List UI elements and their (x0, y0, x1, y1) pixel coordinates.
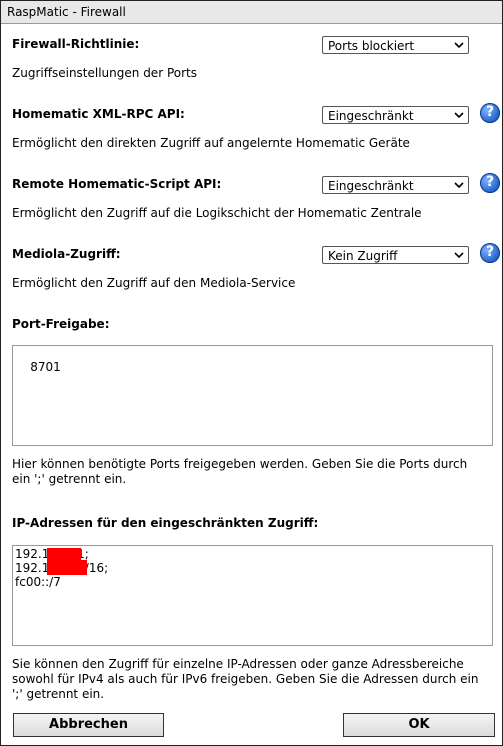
chevron-down-icon (454, 252, 464, 259)
mediola-value: Kein Zugriff (328, 249, 398, 263)
firewall-policy-description: Zugriffseinstellungen der Ports (12, 66, 197, 80)
firewall-policy-value: Ports blockiert (328, 39, 415, 53)
xmlrpc-label: Homematic XML-RPC API: (12, 107, 185, 121)
window-title: RaspMatic - Firewall (7, 5, 126, 19)
help-icon[interactable]: ? (480, 103, 500, 123)
ip-address-hint-1: Sie können den Zugriff für einzelne IP-A… (12, 657, 464, 671)
ip-line-2-start: 192.1 (15, 561, 50, 575)
ip-address-hint-3: ';' getrennt ein. (12, 687, 105, 701)
firewall-dialog: RaspMatic - Firewall Firewall-Richtlinie… (0, 0, 503, 746)
firewall-policy-select[interactable]: Ports blockiert (322, 36, 469, 54)
ip-address-hint-2: sowohl für IPv4 als auch für IPv6 freige… (12, 672, 479, 686)
chevron-down-icon (454, 42, 464, 49)
title-bar[interactable]: RaspMatic - Firewall (1, 1, 502, 24)
mediola-description: Ermöglicht den Zugriff auf den Mediola-S… (12, 276, 296, 290)
ok-button[interactable]: OK (343, 713, 495, 737)
help-icon[interactable]: ? (480, 243, 500, 263)
redaction-mark (47, 560, 87, 575)
script-api-value: Eingeschränkt (328, 179, 414, 193)
script-api-label: Remote Homematic-Script API: (12, 177, 222, 191)
ip-address-textarea[interactable]: 192.1.1; 192.1.0/16; fc00::/7 (12, 545, 493, 646)
script-api-description: Ermöglicht den Zugriff auf die Logikschi… (12, 206, 422, 220)
port-release-textarea[interactable]: 8701 (12, 345, 493, 446)
ip-line-3: fc00::/7 (15, 575, 61, 589)
xmlrpc-value: Eingeschränkt (328, 109, 414, 123)
script-api-select[interactable]: Eingeschränkt (322, 176, 469, 194)
chevron-down-icon (454, 112, 464, 119)
mediola-select[interactable]: Kein Zugriff (322, 246, 469, 264)
port-release-hint-1: Hier können benötigte Ports freigegeben … (12, 457, 468, 471)
help-icon[interactable]: ? (480, 173, 500, 193)
chevron-down-icon (454, 182, 464, 189)
xmlrpc-select[interactable]: Eingeschränkt (322, 106, 469, 124)
firewall-policy-label: Firewall-Richtlinie: (12, 37, 140, 51)
ip-line-1-start: 192.1 (15, 547, 50, 561)
port-release-hint-2: ein ';' getrennt ein. (12, 472, 127, 486)
xmlrpc-description: Ermöglicht den direkten Zugriff auf ange… (12, 136, 410, 150)
mediola-label: Mediola-Zugriff: (12, 247, 121, 261)
cancel-button[interactable]: Abbrechen (13, 713, 164, 737)
port-release-label: Port-Freigabe: (12, 317, 110, 331)
port-release-value: 8701 (30, 360, 61, 374)
ip-address-label: IP-Adressen für den eingeschränkten Zugr… (12, 516, 319, 530)
